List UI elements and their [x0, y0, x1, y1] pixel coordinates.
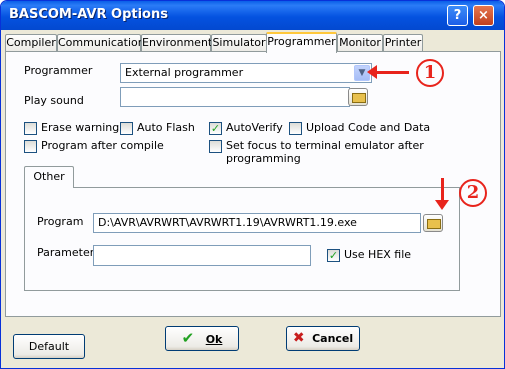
cancel-label: Cancel [312, 332, 354, 345]
upload-code-checkbox[interactable] [289, 122, 302, 135]
help-button[interactable]: ? [447, 5, 468, 26]
close-icon: ✖ [292, 330, 305, 346]
other-group-box: Program D:\AVR\AVRWRT\AVRWRT1.19\AVRWRT1… [24, 187, 460, 291]
use-hex-checkbox[interactable]: ✓ [327, 249, 340, 262]
play-sound-browse-button[interactable] [348, 88, 368, 106]
tab-monitor[interactable]: Monitor [337, 34, 383, 51]
annotation-marker-2: 2 [459, 179, 487, 207]
set-focus-checkbox[interactable] [209, 140, 222, 153]
title-bar[interactable]: BASCOM-AVR Options ? × [1, 1, 504, 30]
tab-printer[interactable]: Printer [383, 34, 423, 51]
tab-programmer[interactable]: Programmer [266, 32, 337, 53]
programmer-panel: Programmer External programmer ▼ Play so… [5, 51, 501, 317]
auto-flash-checkbox[interactable] [120, 122, 133, 135]
tab-compiler[interactable]: Compiler [5, 34, 57, 51]
window-title: BASCOM-AVR Options [9, 7, 168, 22]
upload-code-label: Upload Code and Data [306, 121, 431, 134]
annotation-arrow-left [367, 65, 409, 79]
erase-warning-checkbox[interactable] [24, 122, 37, 135]
cancel-button[interactable]: ✖ Cancel [286, 326, 360, 351]
play-sound-label: Play sound [24, 94, 84, 107]
ok-button[interactable]: ✔ Ok [165, 326, 239, 351]
options-window: BASCOM-AVR Options ? × Compiler Communic… [0, 0, 505, 369]
checkmark-icon: ✔ [181, 329, 195, 347]
close-button[interactable]: × [473, 5, 494, 26]
folder-open-icon [352, 93, 366, 103]
tab-simulator[interactable]: Simulator [211, 34, 267, 51]
programmer-dropdown[interactable]: External programmer ▼ [120, 63, 372, 83]
parameter-input[interactable] [93, 245, 311, 266]
default-button[interactable]: Default [13, 334, 85, 359]
programmer-value: External programmer [125, 66, 244, 79]
program-path-input[interactable]: D:\AVR\AVRWRT\AVRWRT1.19\AVRWRT1.19.exe [93, 213, 421, 233]
tab-communication[interactable]: Communication [57, 34, 145, 51]
parameter-label: Parameter [37, 246, 95, 259]
folder-open-icon [427, 219, 441, 229]
programmer-label: Programmer [24, 64, 93, 77]
ok-label: Ok [205, 333, 223, 346]
tab-environment[interactable]: Environment [141, 34, 212, 51]
erase-warning-label: Erase warning [41, 121, 120, 134]
auto-flash-label: Auto Flash [137, 121, 195, 134]
annotation-marker-1: 1 [416, 59, 444, 87]
annotation-arrow-down [435, 178, 449, 210]
other-tab[interactable]: Other [24, 166, 74, 188]
use-hex-label: Use HEX file [344, 248, 412, 261]
program-after-compile-checkbox[interactable] [24, 140, 37, 153]
set-focus-label: Set focus to terminal emulator after pro… [226, 139, 424, 165]
play-sound-input[interactable] [120, 87, 350, 107]
program-browse-button[interactable] [423, 214, 443, 232]
auto-verify-checkbox[interactable]: ✓ [209, 122, 222, 135]
auto-verify-label: AutoVerify [226, 121, 283, 134]
program-after-compile-label: Program after compile [41, 139, 164, 152]
program-label: Program [37, 215, 84, 228]
